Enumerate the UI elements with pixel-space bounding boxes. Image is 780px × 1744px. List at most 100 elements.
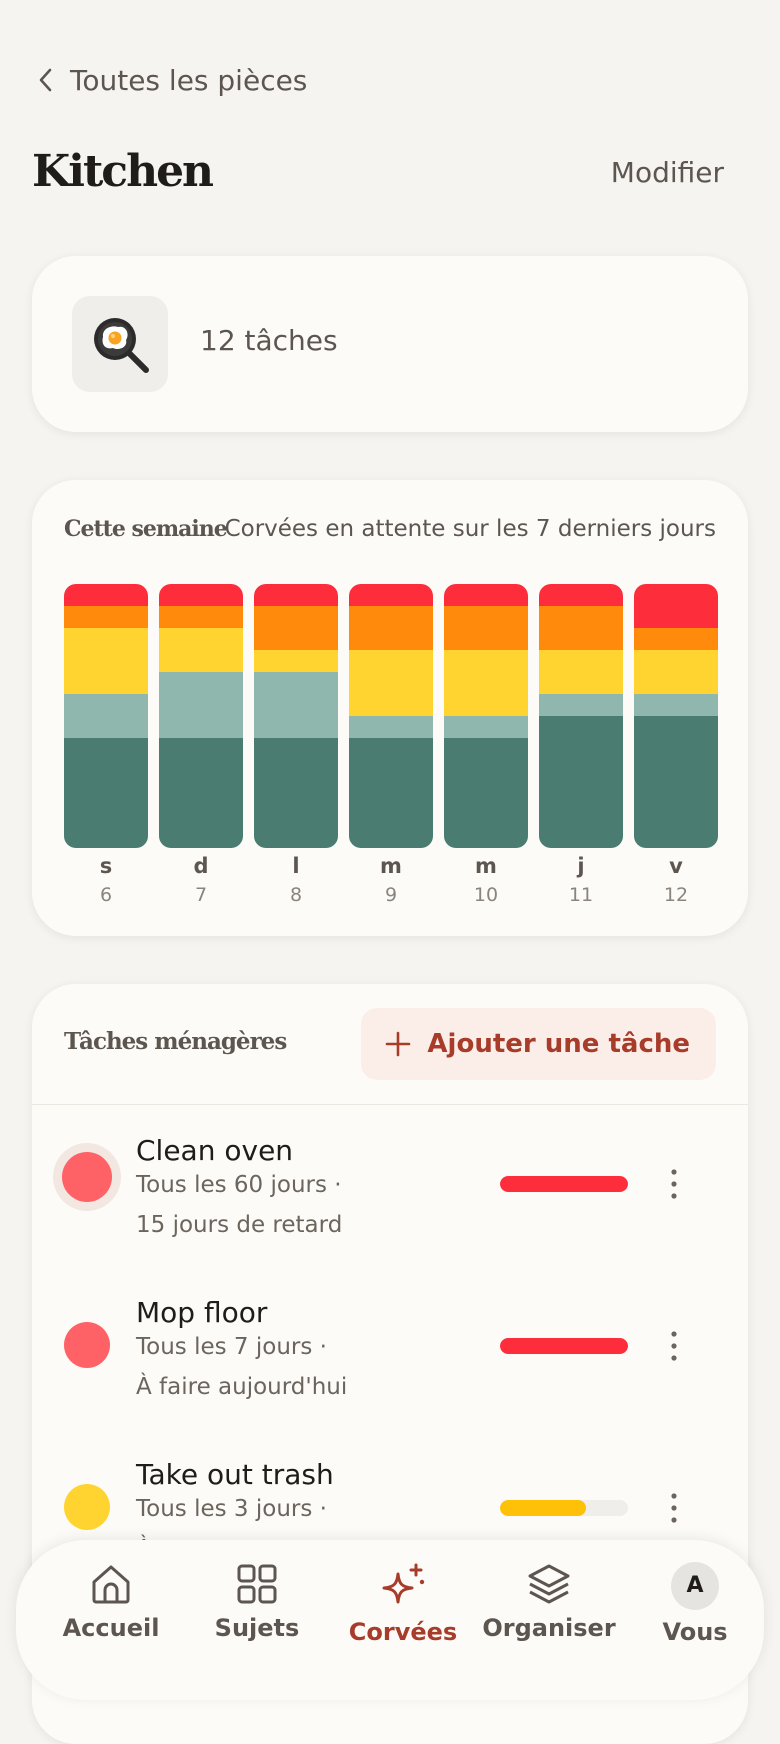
bar-segment [64,694,148,738]
bar-segment [349,738,433,848]
task-progress-fill [500,1176,628,1192]
page-title: Kitchen [32,146,214,197]
bar-segment [254,672,338,738]
day-number: 9 [384,884,398,906]
task-status-dot[interactable] [62,1152,112,1202]
task-status-dot[interactable] [64,1484,110,1530]
day-letter: s [99,854,113,878]
bar-segment [349,584,433,606]
day-number: 8 [289,884,303,906]
task-progress-bar [500,1500,628,1516]
week-chart-card: Cette semaine Corvées en attente sur les… [32,480,748,936]
day-letter: v [669,854,683,878]
layers-icon [528,1564,570,1604]
bar-segment [444,584,528,606]
task-due-status: À faire aujourd'hui [136,1374,348,1400]
task-progress-fill [500,1500,586,1516]
bar-segment [64,628,148,694]
nav-item-corvees[interactable]: Corvées [328,1562,478,1646]
bar-segment [539,694,623,716]
task-status-dot[interactable] [64,1322,110,1368]
bar-segment [159,628,243,672]
back-button[interactable]: Toutes les pièces [36,58,307,102]
bar-segment [64,606,148,628]
nav-label: Sujets [214,1614,300,1642]
task-count: 12 tâches [200,324,338,357]
bar-segment [64,584,148,606]
bar-segment [254,606,338,650]
tasks-title: Tâches ménagères [64,1028,287,1055]
bar-segment [444,650,528,716]
bar-6 [64,584,148,848]
bar-segment [634,650,718,694]
task-row[interactable]: Mop floor Tous les 7 jours · À faire aujou… [32,1296,748,1456]
bar-7 [159,584,243,848]
day-number: 10 [473,884,499,906]
bar-11 [539,584,623,848]
bar-segment [349,606,433,650]
day-number: 11 [568,884,594,906]
home-icon [92,1565,130,1604]
nav-item-accueil[interactable]: Accueil [36,1562,186,1642]
back-label: Toutes les pièces [70,63,308,97]
bar-segment [349,650,433,716]
more-options-icon[interactable] [662,1328,686,1364]
more-options-icon[interactable] [662,1166,686,1202]
task-name: Take out trash [136,1458,334,1491]
day-number: 6 [99,884,113,906]
day-letter: j [577,854,585,878]
bar-segment [634,628,718,650]
bar-segment [254,738,338,848]
task-progress-fill [500,1338,628,1354]
bar-segment [349,716,433,738]
bar-9 [349,584,433,848]
grid-icon [237,1564,277,1604]
day-letter: m [380,854,402,878]
bottom-navigation: Accueil Sujets Corvées Organiser A Vous [16,1540,764,1700]
day-number: 12 [663,884,689,906]
frying-pan-egg-icon [72,296,168,392]
nav-item-vous[interactable]: A Vous [620,1562,770,1646]
bar-segment [634,584,718,628]
bar-segment [444,738,528,848]
chevron-left-icon [39,68,52,92]
day-letter: m [475,854,497,878]
task-due-status: 15 jours de retard [136,1212,343,1238]
day-letter: d [193,854,209,878]
bar-segment [539,584,623,606]
bar-8 [254,584,338,848]
bar-segment [539,606,623,650]
bar-segment [254,584,338,606]
add-task-button[interactable]: Ajouter une tâche [361,1008,716,1080]
nav-label: Corvées [348,1618,458,1646]
room-summary-card: 12 tâches [32,256,748,432]
bar-segment [159,606,243,628]
sparkle-icon [382,1563,425,1604]
task-progress-bar [500,1176,628,1192]
task-progress-bar [500,1338,628,1354]
task-name: Mop floor [136,1296,268,1329]
bar-12 [634,584,718,848]
nav-item-organiser[interactable]: Organiser [474,1562,624,1642]
edit-button[interactable]: Modifier [611,156,724,189]
more-options-icon[interactable] [662,1490,686,1526]
bar-segment [159,672,243,738]
divider [32,1104,748,1105]
task-frequency: Tous les 3 jours · [136,1496,327,1522]
bar-10 [444,584,528,848]
nav-item-sujets[interactable]: Sujets [182,1562,332,1642]
bar-segment [64,738,148,848]
bar-segment [539,650,623,694]
bar-segment [634,716,718,848]
nav-label: Organiser [482,1614,616,1642]
bar-segment [254,650,338,672]
task-frequency: Tous les 7 jours · [136,1334,327,1360]
task-row[interactable]: Clean oven Tous les 60 jours · 15 jours de… [32,1134,748,1294]
task-frequency: Tous les 60 jours · [136,1172,342,1198]
plus-icon [386,1031,411,1057]
bar-segment [634,694,718,716]
day-number: 7 [194,884,208,906]
bar-segment [159,584,243,606]
avatar-icon: A [671,1562,719,1610]
bar-segment [159,738,243,848]
